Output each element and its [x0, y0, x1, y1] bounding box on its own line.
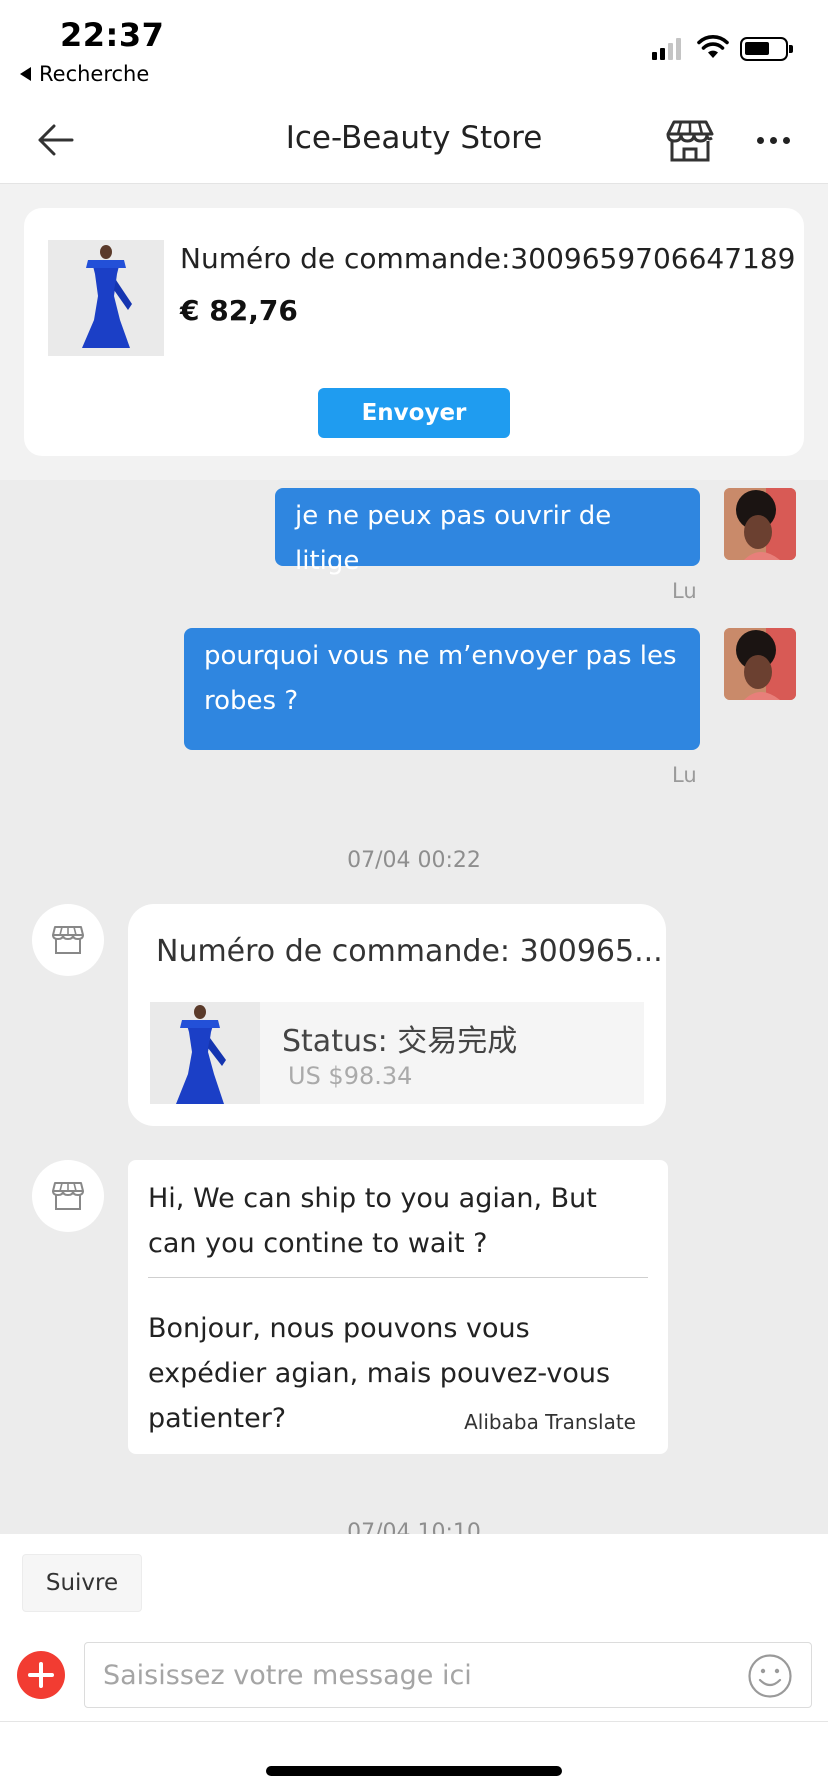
store-icon[interactable]: [665, 116, 715, 164]
order-status: Status: 交易完成: [282, 1024, 518, 1059]
time-separator: 07/04 00:22: [347, 848, 481, 873]
nav-bar: Ice-Beauty Store: [0, 96, 828, 184]
product-thumbnail: [48, 240, 164, 356]
incoming-message[interactable]: Hi, We can ship to you agian, But can yo…: [128, 1160, 668, 1454]
message-input[interactable]: [103, 1653, 723, 1697]
message-text: je ne peux pas ouvrir de litige: [295, 501, 612, 576]
time-separator: 07/04 10:10: [347, 1520, 481, 1534]
wifi-icon: [697, 35, 729, 58]
store-avatar[interactable]: [32, 904, 104, 976]
composer-panel: Suivre: [0, 1534, 828, 1792]
more-dots-icon[interactable]: [748, 116, 798, 164]
order-card[interactable]: Numéro de commande:3009659706647189 € 82…: [24, 208, 804, 456]
back-app-label: Recherche: [39, 62, 150, 86]
status-bar: 22:37 Recherche: [0, 0, 828, 96]
status-time: 22:37: [60, 16, 165, 54]
time-separator-clip: 07/04 10:10: [0, 1514, 828, 1534]
store-order-number: Numéro de commande: 300965...: [156, 934, 663, 969]
read-status: Lu: [672, 579, 697, 603]
store-icon: [52, 1182, 84, 1210]
order-strip: Numéro de commande:3009659706647189 € 82…: [0, 184, 828, 480]
message-text: pourquoi vous ne m’envoyer pas les robes…: [204, 641, 677, 716]
read-status: Lu: [672, 763, 697, 787]
order-price: € 82,76: [180, 294, 298, 327]
user-avatar[interactable]: [724, 488, 796, 560]
product-thumbnail: [150, 1002, 260, 1104]
outgoing-message[interactable]: je ne peux pas ouvrir de litige: [275, 488, 700, 576]
divider: [0, 1721, 828, 1722]
outgoing-message[interactable]: pourquoi vous ne m’envoyer pas les robes…: [184, 628, 700, 750]
order-number: Numéro de commande:3009659706647189: [180, 242, 796, 275]
translate-credit: Alibaba Translate: [464, 1410, 636, 1434]
send-order-button[interactable]: Envoyer: [318, 388, 510, 438]
message-original-text: Hi, We can ship to you agian, But can yo…: [148, 1183, 597, 1259]
battery-icon: [740, 37, 793, 61]
order-price-usd: US $98.34: [288, 1062, 413, 1090]
store-order-card[interactable]: Numéro de commande: 300965... Status: 交易…: [128, 904, 666, 1126]
store-icon: [52, 926, 84, 954]
emoji-icon[interactable]: [747, 1653, 793, 1699]
cellular-signal-icon: [652, 38, 681, 60]
store-order-detail: Status: 交易完成 US $98.34: [150, 1002, 644, 1104]
user-avatar[interactable]: [724, 628, 796, 700]
store-avatar[interactable]: [32, 1160, 104, 1232]
add-attachment-button[interactable]: [17, 1651, 65, 1699]
follow-button[interactable]: Suivre: [22, 1554, 142, 1612]
back-triangle-icon: [20, 67, 31, 81]
message-input-box[interactable]: [84, 1642, 812, 1708]
back-to-app-link[interactable]: Recherche: [20, 62, 149, 86]
translation-divider: [148, 1277, 648, 1278]
home-indicator[interactable]: [266, 1766, 562, 1776]
